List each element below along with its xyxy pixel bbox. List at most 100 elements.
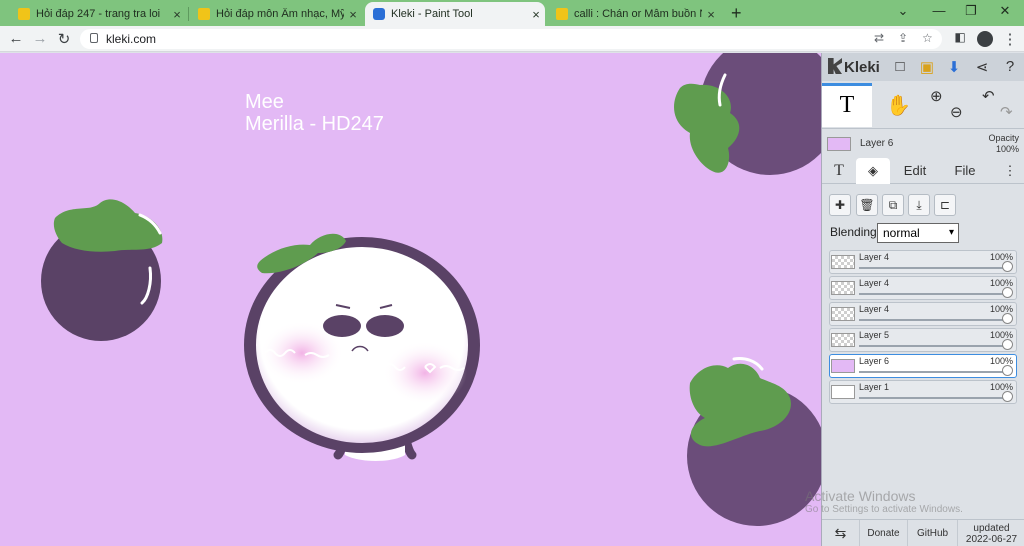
- download-icon[interactable]: ⬇: [944, 58, 964, 76]
- mangosteen-left: [41, 199, 163, 341]
- slider-knob[interactable]: [1002, 313, 1013, 324]
- merge-layer-button[interactable]: ⤓: [908, 194, 930, 216]
- layer-item[interactable]: Layer 4 100%: [829, 250, 1017, 274]
- tab-edit[interactable]: Edit: [894, 158, 936, 184]
- profile-avatar[interactable]: [977, 31, 993, 47]
- close-tab-icon[interactable]: ×: [168, 7, 186, 22]
- tab-layers[interactable]: ◈: [856, 158, 890, 184]
- layer-opacity-slider[interactable]: [859, 267, 1007, 269]
- close-tab-icon[interactable]: ×: [527, 7, 545, 22]
- layer-item[interactable]: Layer 5 100%: [829, 328, 1017, 352]
- back-arrow-icon[interactable]: ←: [6, 30, 26, 47]
- side-panel-icon[interactable]: ◧: [950, 30, 970, 44]
- duplicate-layer-button[interactable]: ⧉: [882, 194, 904, 216]
- zoom-out-icon[interactable]: ⊖: [950, 103, 963, 121]
- layer-name: Layer 4: [859, 252, 890, 262]
- mangosteen-top-right: [674, 53, 821, 175]
- lock-icon: [90, 33, 98, 43]
- rename-layer-button[interactable]: ⊏: [934, 194, 956, 216]
- hand-tool-icon[interactable]: ✋: [886, 93, 911, 118]
- opacity-label: Opacity: [988, 133, 1019, 143]
- redo-icon[interactable]: ↷: [1000, 103, 1013, 121]
- new-image-icon[interactable]: □: [890, 58, 910, 75]
- share-icon[interactable]: ⇪: [898, 31, 908, 45]
- close-tab-icon[interactable]: ×: [344, 7, 362, 22]
- current-layer-opacity: Opacity 100%: [988, 133, 1019, 155]
- slider-knob[interactable]: [1002, 287, 1013, 298]
- kleki-brand: Kleki: [844, 59, 880, 76]
- donate-link[interactable]: Donate: [860, 520, 908, 546]
- share-icon[interactable]: ⋖: [972, 58, 992, 76]
- panel-tabs: T ◈ Edit File ⋮: [822, 158, 1024, 184]
- translate-icon[interactable]: ⇄: [874, 31, 884, 45]
- drawing-canvas[interactable]: Mee Merilla - HD247: [0, 53, 821, 546]
- tab-title: Kleki - Paint Tool: [391, 8, 473, 20]
- reload-icon[interactable]: ↻: [54, 30, 74, 48]
- github-link[interactable]: GitHub: [908, 520, 958, 546]
- layer-name: Layer 4: [859, 304, 890, 314]
- zoom-in-icon[interactable]: ⊕: [930, 87, 943, 105]
- address-bar[interactable]: kleki.com ⇄ ⇪ ☆: [80, 29, 942, 49]
- browser-tab-amnhac[interactable]: Hỏi đáp môn Âm nhạc, Mỹ thuật ×: [190, 2, 362, 26]
- layer-name: Layer 6: [859, 356, 890, 366]
- mangosteen-bottom-right: [687, 357, 821, 526]
- layer-item[interactable]: Layer 1 100%: [829, 380, 1017, 404]
- add-layer-button[interactable]: ✚: [829, 194, 851, 216]
- layer-item[interactable]: Layer 4 100%: [829, 302, 1017, 326]
- panel-more-icon[interactable]: ⋮: [1000, 158, 1020, 184]
- slider-knob[interactable]: [1002, 391, 1013, 402]
- layer-opacity-slider[interactable]: [859, 371, 1007, 373]
- hoidap-favicon-icon: [556, 8, 568, 20]
- layer-opacity-slider[interactable]: [859, 397, 1007, 399]
- kleki-panel: Kleki □ ▣ ⬇ ⋖ ? T ✋ ⊕ ⊖ ↶ ↷ Layer 6 Opac…: [821, 53, 1024, 546]
- tool-row: T ✋ ⊕ ⊖ ↶ ↷: [822, 81, 1024, 129]
- layer-opacity-slider[interactable]: [859, 293, 1007, 295]
- close-window-button[interactable]: ✕: [990, 3, 1020, 19]
- kleki-favicon-icon: [373, 8, 385, 20]
- tab-title: Hỏi đáp môn Âm nhạc, Mỹ thuật: [216, 8, 344, 20]
- layer-opacity-slider[interactable]: [859, 345, 1007, 347]
- chrome-menu-icon[interactable]: ⋮: [1000, 30, 1020, 48]
- slider-knob[interactable]: [1002, 339, 1013, 350]
- layer-item[interactable]: Layer 4 100%: [829, 276, 1017, 300]
- blending-label: Blending: [830, 225, 877, 239]
- layer-opacity-slider[interactable]: [859, 319, 1007, 321]
- new-tab-button[interactable]: +: [731, 3, 742, 24]
- watermark-title: Activate Windows: [805, 488, 916, 504]
- text-tool-button[interactable]: T: [822, 83, 872, 127]
- slider-knob[interactable]: [1002, 365, 1013, 376]
- kleki-logo-icon: [828, 58, 842, 74]
- layer-name: Layer 5: [859, 330, 890, 340]
- layer-actions: ✚ 🗑 ⧉ ⤓ ⊏: [822, 191, 1024, 217]
- tab-search-button[interactable]: ⌄: [888, 3, 918, 19]
- swap-side-icon[interactable]: ⇆: [822, 520, 860, 546]
- layer-item-selected[interactable]: Layer 6 100%: [829, 354, 1017, 378]
- close-tab-icon[interactable]: ×: [702, 7, 720, 22]
- layer-thumbnail: [831, 359, 855, 373]
- browser-toolbar: ← → ↻ kleki.com ⇄ ⇪ ☆ ◧ ⋮: [0, 26, 1024, 52]
- opacity-value: 100%: [995, 144, 1019, 154]
- forward-arrow-icon[interactable]: →: [30, 30, 50, 47]
- browser-tab-calli[interactable]: calli : Chán or Mẫm buồn NL : ba ×: [548, 2, 720, 26]
- tab-text-tool[interactable]: T: [824, 158, 854, 184]
- layer-thumbnail: [831, 333, 855, 347]
- maximize-button[interactable]: ❐: [956, 3, 986, 19]
- open-folder-icon[interactable]: ▣: [917, 58, 937, 76]
- hoidap-favicon-icon: [198, 8, 210, 20]
- mangosteen-character: [244, 233, 480, 461]
- updated-date: 2022-06-27: [965, 533, 1018, 545]
- browser-tab-hoidap[interactable]: Hỏi đáp 247 - trang tra loi ×: [10, 2, 186, 26]
- slider-knob[interactable]: [1002, 261, 1013, 272]
- browser-tab-kleki[interactable]: Kleki - Paint Tool ×: [365, 2, 545, 26]
- bookmark-star-icon[interactable]: ☆: [922, 31, 933, 45]
- minimize-button[interactable]: —: [924, 3, 954, 18]
- layer-name: Layer 4: [859, 278, 890, 288]
- delete-layer-button[interactable]: 🗑: [856, 194, 878, 216]
- tab-file[interactable]: File: [946, 158, 984, 184]
- undo-icon[interactable]: ↶: [982, 87, 995, 105]
- layer-thumbnail: [831, 255, 855, 269]
- tab-title: calli : Chán or Mẫm buồn NL : ba: [574, 8, 702, 20]
- blending-select[interactable]: normal: [877, 223, 959, 243]
- help-icon[interactable]: ?: [1000, 58, 1020, 75]
- windows-activation-watermark: Activate Windows Go to Settings to activ…: [805, 488, 963, 515]
